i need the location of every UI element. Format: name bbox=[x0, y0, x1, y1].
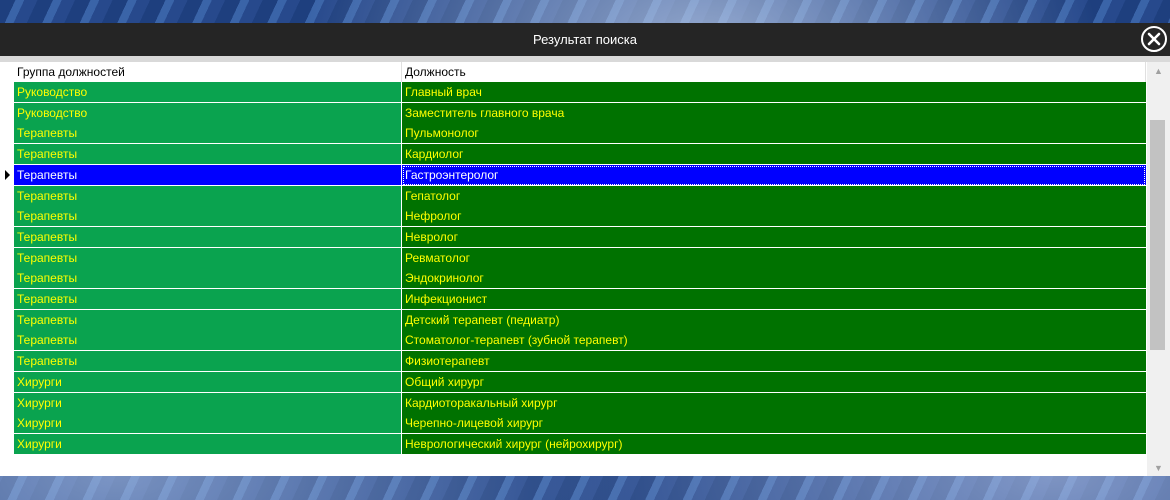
close-icon[interactable] bbox=[1141, 26, 1167, 52]
row-header[interactable] bbox=[1, 309, 14, 331]
cell-group[interactable]: Хирурги bbox=[14, 371, 402, 393]
column-header-position[interactable]: Должность bbox=[402, 62, 1146, 82]
cell-position[interactable]: Черепно-лицевой хирург bbox=[402, 413, 1146, 435]
scroll-down-arrow-icon[interactable]: ▼ bbox=[1147, 459, 1170, 476]
table-row[interactable]: Руководство Заместитель главного врача bbox=[1, 102, 1146, 124]
cell-group[interactable]: Терапевты bbox=[14, 185, 402, 207]
table-row[interactable]: Терапевты Эндокринолог bbox=[1, 268, 1146, 290]
grid-header-row: Группа должностей Должность bbox=[1, 62, 1146, 82]
cell-group[interactable]: Руководство bbox=[14, 102, 402, 124]
cell-group[interactable]: Терапевты bbox=[14, 123, 402, 145]
cell-position[interactable]: Инфекционист bbox=[402, 289, 1146, 310]
cell-group[interactable]: Терапевты bbox=[14, 351, 402, 373]
vertical-scrollbar[interactable]: ▲ ▼ bbox=[1147, 62, 1170, 476]
row-header[interactable] bbox=[1, 102, 14, 124]
table-row[interactable]: Терапевты Нефролог bbox=[1, 206, 1146, 228]
cell-group[interactable]: Руководство bbox=[14, 82, 402, 103]
table-row[interactable]: Терапевты Детский терапевт (педиатр) bbox=[1, 309, 1146, 331]
table-row[interactable]: Терапевты Гастроэнтеролог bbox=[1, 164, 1146, 186]
cell-group[interactable]: Терапевты bbox=[14, 268, 402, 290]
cell-position[interactable]: Физиотерапевт bbox=[402, 351, 1146, 373]
dialog-titlebar: Результат поиска bbox=[0, 23, 1170, 56]
table-row[interactable]: Терапевты Физиотерапевт bbox=[1, 351, 1146, 373]
cell-position[interactable]: Нефролог bbox=[402, 206, 1146, 228]
row-header[interactable] bbox=[1, 206, 14, 228]
row-header[interactable] bbox=[1, 144, 14, 166]
cell-group[interactable]: Терапевты bbox=[14, 309, 402, 331]
cell-position[interactable]: Гепатолог bbox=[402, 185, 1146, 207]
row-header[interactable] bbox=[1, 268, 14, 290]
table-row[interactable]: Терапевты Пульмонолог bbox=[1, 123, 1146, 145]
cell-group[interactable]: Терапевты bbox=[14, 226, 402, 248]
cell-position[interactable]: Детский терапевт (педиатр) bbox=[402, 309, 1146, 331]
cell-group[interactable]: Хирурги bbox=[14, 392, 402, 414]
current-row-indicator[interactable] bbox=[1, 164, 14, 186]
dialog-title: Результат поиска bbox=[533, 32, 637, 47]
row-header[interactable] bbox=[1, 185, 14, 207]
cell-position[interactable]: Невролог bbox=[402, 226, 1146, 248]
cell-position[interactable]: Кардиоторакальный хирург bbox=[402, 392, 1146, 414]
cell-position[interactable]: Эндокринолог bbox=[402, 268, 1146, 290]
table-row[interactable]: Терапевты Ревматолог bbox=[1, 247, 1146, 269]
row-header[interactable] bbox=[1, 123, 14, 145]
table-row[interactable]: Терапевты Невролог bbox=[1, 226, 1146, 248]
scroll-up-arrow-icon[interactable]: ▲ bbox=[1147, 62, 1170, 79]
row-header-corner bbox=[1, 62, 14, 82]
scrollbar-thumb[interactable] bbox=[1150, 120, 1165, 350]
table-row[interactable]: Терапевты Инфекционист bbox=[1, 289, 1146, 310]
cell-group[interactable]: Терапевты bbox=[14, 247, 402, 269]
table-row[interactable]: Хирурги Черепно-лицевой хирург bbox=[1, 413, 1146, 435]
row-header[interactable] bbox=[1, 351, 14, 373]
cell-position[interactable]: Неврологический хирург (нейрохирург) bbox=[402, 433, 1146, 455]
row-header[interactable] bbox=[1, 330, 14, 352]
row-header[interactable] bbox=[1, 413, 14, 435]
results-panel: Группа должностей Должность Руководство Г… bbox=[0, 56, 1170, 476]
row-header[interactable] bbox=[1, 247, 14, 269]
row-header[interactable] bbox=[1, 226, 14, 248]
cell-group[interactable]: Терапевты bbox=[14, 144, 402, 166]
cell-position[interactable]: Пульмонолог bbox=[402, 123, 1146, 145]
row-header[interactable] bbox=[1, 289, 14, 310]
table-row[interactable]: Терапевты Кардиолог bbox=[1, 144, 1146, 166]
row-header[interactable] bbox=[1, 82, 14, 103]
cell-group[interactable]: Терапевты bbox=[14, 289, 402, 310]
row-header[interactable] bbox=[1, 392, 14, 414]
close-x-glyph bbox=[1147, 32, 1161, 46]
table-row[interactable]: Руководство Главный врач bbox=[1, 82, 1146, 103]
cell-position[interactable]: Заместитель главного врача bbox=[402, 102, 1146, 124]
desktop-background-bottom bbox=[0, 476, 1170, 500]
table-row[interactable]: Хирурги Неврологический хирург (нейрохиру… bbox=[1, 433, 1146, 455]
table-row[interactable]: Хирурги Кардиоторакальный хирург bbox=[1, 392, 1146, 414]
results-grid[interactable]: Группа должностей Должность Руководство Г… bbox=[1, 62, 1146, 476]
cell-group[interactable]: Хирурги bbox=[14, 433, 402, 455]
row-header[interactable] bbox=[1, 371, 14, 393]
cell-position[interactable]: Общий хирург bbox=[402, 371, 1146, 393]
cell-group[interactable]: Хирурги bbox=[14, 413, 402, 435]
cell-group[interactable]: Терапевты bbox=[14, 206, 402, 228]
cell-position[interactable]: Ревматолог bbox=[402, 247, 1146, 269]
table-row[interactable]: Терапевты Гепатолог bbox=[1, 185, 1146, 207]
column-header-group[interactable]: Группа должностей bbox=[14, 62, 402, 82]
cell-group[interactable]: Терапевты bbox=[14, 164, 402, 186]
cell-group[interactable]: Терапевты bbox=[14, 330, 402, 352]
table-row[interactable]: Хирурги Общий хирург bbox=[1, 371, 1146, 393]
cell-position[interactable]: Стоматолог-терапевт (зубной терапевт) bbox=[402, 330, 1146, 352]
cell-position[interactable]: Главный врач bbox=[402, 82, 1146, 103]
row-header[interactable] bbox=[1, 433, 14, 455]
cell-position[interactable]: Кардиолог bbox=[402, 144, 1146, 166]
cell-position[interactable]: Гастроэнтеролог bbox=[402, 164, 1146, 186]
table-row[interactable]: Терапевты Стоматолог-терапевт (зубной тер… bbox=[1, 330, 1146, 352]
